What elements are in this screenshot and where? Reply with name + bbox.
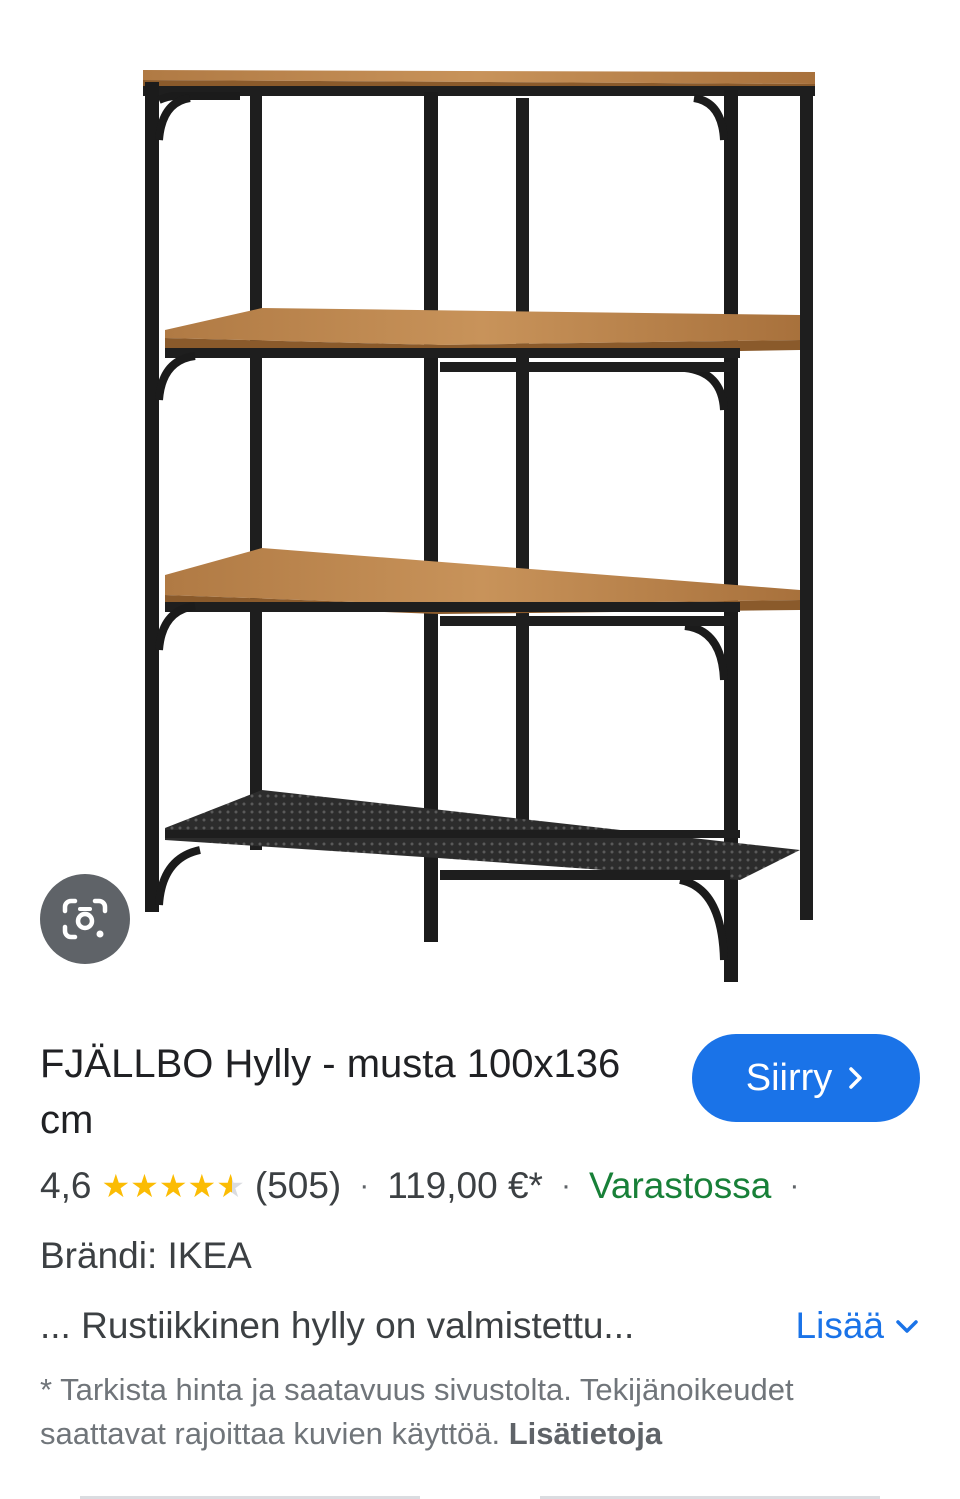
- availability: Varastossa: [588, 1165, 772, 1206]
- chevron-right-icon: [849, 1067, 863, 1089]
- review-count[interactable]: (505): [255, 1160, 341, 1212]
- rating-stars: ★ ★ ★ ★ ★: [101, 1160, 244, 1212]
- star-icon: ★: [158, 1168, 188, 1204]
- separator-dot: ·: [359, 1169, 370, 1202]
- product-meta-row: 4,6 ★ ★ ★ ★ ★ (505) · 119,00 €* · Varast…: [40, 1160, 940, 1212]
- description-text: ... Rustiikkinen hylly on valmistettu...: [40, 1305, 635, 1346]
- more-button[interactable]: Lisää: [796, 1300, 920, 1352]
- separator-dot: ·: [560, 1169, 571, 1202]
- shelf-illustration: [143, 70, 815, 982]
- more-label: Lisää: [795, 1305, 884, 1346]
- star-icon: ★: [187, 1168, 217, 1204]
- price: 119,00 €*: [387, 1165, 543, 1206]
- product-title[interactable]: FJÄLLBO Hylly - musta 100x136 cm: [40, 1036, 660, 1148]
- star-icon: ★: [130, 1168, 159, 1204]
- go-button-label: Siirry: [745, 1056, 833, 1099]
- lens-search-button[interactable]: [40, 874, 130, 964]
- disclaimer-note: * Tarkista hinta ja saatavuus sivustolta…: [40, 1368, 920, 1456]
- google-lens-icon: [62, 898, 108, 940]
- star-icon: ★: [101, 1168, 131, 1204]
- half-star-icon: ★: [216, 1160, 245, 1212]
- description-row: ... Rustiikkinen hylly on valmistettu...…: [40, 1300, 940, 1352]
- separator-dot: ·: [789, 1169, 800, 1202]
- go-button[interactable]: Siirry: [692, 1034, 920, 1122]
- product-image[interactable]: [0, 0, 960, 1000]
- rating-value: 4,6: [40, 1165, 92, 1206]
- disclaimer-text: * Tarkista hinta ja saatavuus sivustolta…: [40, 1372, 794, 1451]
- brand: Brändi: IKEA: [40, 1235, 252, 1276]
- chevron-down-icon: [896, 1320, 918, 1333]
- more-info-link[interactable]: Lisätietoja: [509, 1416, 662, 1451]
